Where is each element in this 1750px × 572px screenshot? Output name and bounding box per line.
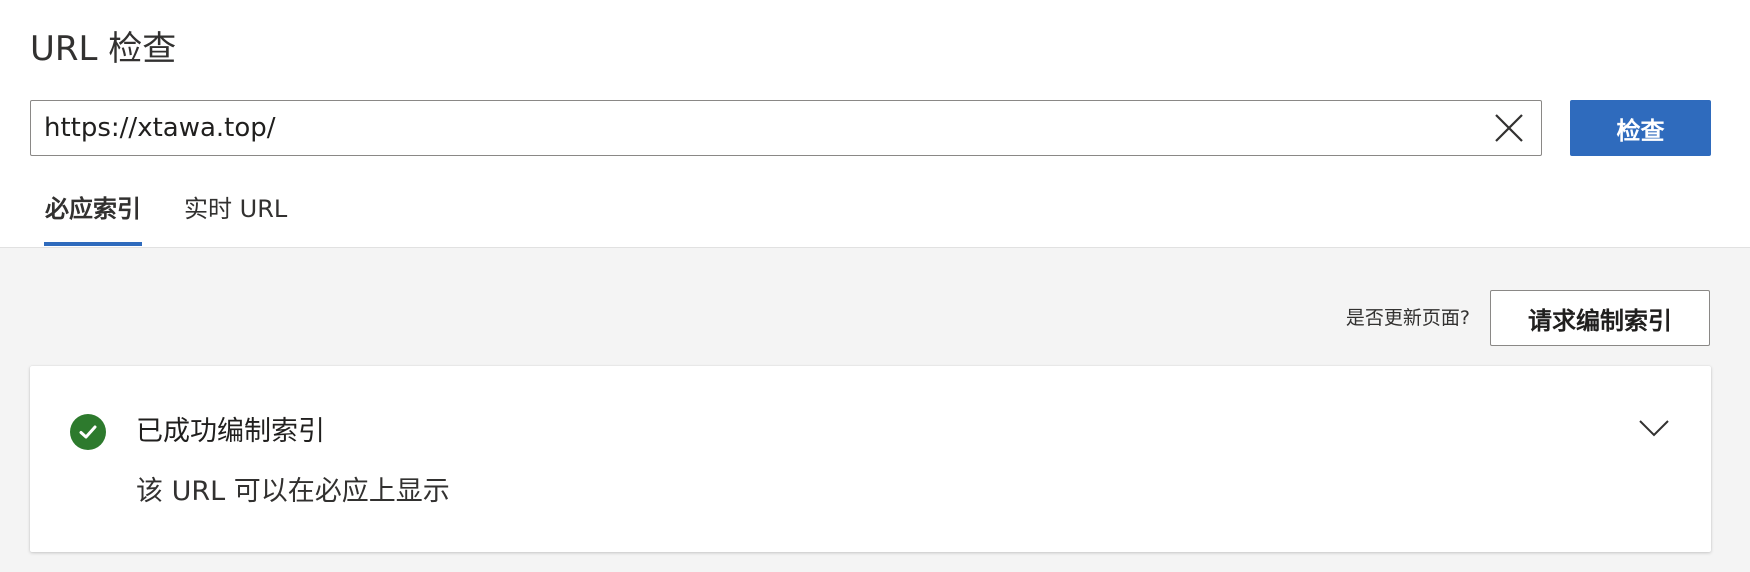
tab-label: 实时 URL xyxy=(184,195,288,223)
tab-label: 必应索引 xyxy=(45,195,141,223)
tab-bing-index[interactable]: 必应索引 xyxy=(44,190,142,246)
tab-live-url[interactable]: 实时 URL xyxy=(184,190,287,246)
request-indexing-button[interactable]: 请求编制索引 xyxy=(1490,290,1710,346)
status-title: 已成功编制索引 xyxy=(136,416,325,447)
check-circle-icon xyxy=(70,414,106,450)
status-description: 该 URL 可以在必应上显示 xyxy=(136,476,450,507)
inspect-button[interactable]: 检查 xyxy=(1570,100,1711,156)
header-area: URL 检查 检查 必应索引 实时 URL xyxy=(0,0,1750,248)
index-status-card: 已成功编制索引 该 URL 可以在必应上显示 xyxy=(30,366,1711,552)
close-icon[interactable] xyxy=(1493,112,1525,144)
url-search-box[interactable] xyxy=(30,100,1542,156)
chevron-down-icon[interactable] xyxy=(1636,410,1672,446)
page-title: URL 检查 xyxy=(30,29,177,69)
url-input[interactable] xyxy=(44,101,1464,155)
tab-active-indicator xyxy=(44,242,142,246)
content-panel: 是否更新页面? 请求编制索引 已成功编制索引 该 URL 可以在必应上显示 xyxy=(0,248,1750,572)
update-question-label: 是否更新页面? xyxy=(1345,307,1470,329)
